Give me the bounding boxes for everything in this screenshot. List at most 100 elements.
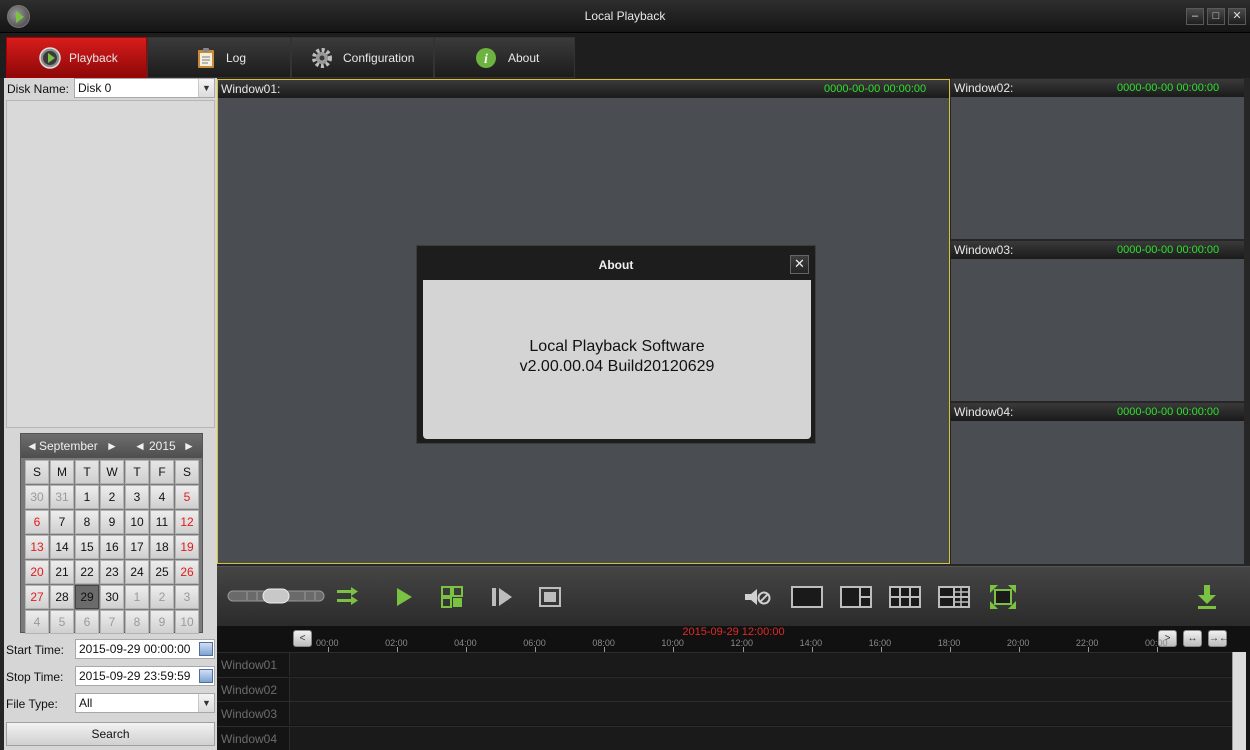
tab-log[interactable]: Log xyxy=(147,37,291,78)
download-icon[interactable] xyxy=(1196,584,1218,610)
calendar-day[interactable]: 11 xyxy=(150,510,174,534)
search-button[interactable]: Search xyxy=(6,722,215,746)
close-button[interactable]: ✕ xyxy=(1228,8,1246,25)
calendar-day[interactable]: 2 xyxy=(150,585,174,609)
tab-about[interactable]: i About xyxy=(434,37,575,78)
video-window-name: Window04: xyxy=(954,405,1014,419)
calendar-day[interactable]: 13 xyxy=(25,535,49,559)
calendar-day[interactable]: 14 xyxy=(50,535,74,559)
calendar-day[interactable]: 12 xyxy=(175,510,199,534)
tab-configuration-label: Configuration xyxy=(343,51,415,65)
start-time-field[interactable]: 2015-09-29 00:00:00 xyxy=(75,639,215,659)
calendar-day[interactable]: 4 xyxy=(25,610,49,634)
timeline-zoom-in-button[interactable]: ↔ xyxy=(1183,630,1202,647)
calendar-day[interactable]: 24 xyxy=(125,560,149,584)
calendar-day[interactable]: 6 xyxy=(25,510,49,534)
layout-3-icon[interactable] xyxy=(840,586,872,608)
calendar-day[interactable]: 28 xyxy=(50,585,74,609)
file-list[interactable] xyxy=(6,100,215,428)
calendar-picker-icon[interactable] xyxy=(199,642,213,656)
step-frame-icon[interactable] xyxy=(490,586,514,608)
tab-configuration[interactable]: Configuration xyxy=(291,37,434,78)
timeline-row-track[interactable] xyxy=(289,653,1232,676)
mute-icon[interactable] xyxy=(743,586,771,608)
calendar-day[interactable]: 30 xyxy=(100,585,124,609)
calendar-day[interactable]: 3 xyxy=(125,485,149,509)
calendar-day[interactable]: 20 xyxy=(25,560,49,584)
calendar-day[interactable]: 5 xyxy=(175,485,199,509)
calendar-day[interactable]: 4 xyxy=(150,485,174,509)
timeline-zoom-out-button[interactable]: →← xyxy=(1208,630,1229,647)
calendar-day[interactable]: 27 xyxy=(25,585,49,609)
layout-6-icon[interactable] xyxy=(889,586,921,608)
play-icon[interactable] xyxy=(394,586,414,608)
timeline-row-track[interactable] xyxy=(289,702,1232,725)
calendar-day[interactable]: 10 xyxy=(125,510,149,534)
calendar-day[interactable]: 8 xyxy=(125,610,149,634)
calendar-day[interactable]: 31 xyxy=(50,485,74,509)
minimize-button[interactable]: ‒ xyxy=(1186,8,1204,25)
calendar-day[interactable]: 29 xyxy=(75,585,99,609)
fullscreen-icon[interactable] xyxy=(990,585,1016,609)
about-dialog-title: About xyxy=(598,258,634,272)
file-type-select[interactable]: All ▼ xyxy=(75,693,215,713)
calendar-day[interactable]: 3 xyxy=(175,585,199,609)
calendar-day[interactable]: 26 xyxy=(175,560,199,584)
calendar-day[interactable]: 23 xyxy=(100,560,124,584)
stop-time-field[interactable]: 2015-09-29 23:59:59 xyxy=(75,666,215,686)
calendar-day[interactable]: 22 xyxy=(75,560,99,584)
layout-9-icon[interactable] xyxy=(938,586,970,608)
calendar-day[interactable]: 15 xyxy=(75,535,99,559)
about-close-button[interactable]: ✕ xyxy=(790,255,809,274)
video-window-2[interactable]: Window02: 0000-00-00 00:00:00 xyxy=(951,79,1244,239)
title-bar: Local Playback ‒ □ ✕ xyxy=(0,0,1250,33)
maximize-button[interactable]: □ xyxy=(1207,8,1225,25)
timeline-prev-button[interactable]: < xyxy=(293,630,312,647)
calendar-day[interactable]: 1 xyxy=(75,485,99,509)
timeline-row-track[interactable] xyxy=(289,677,1232,701)
calendar-day[interactable]: 16 xyxy=(100,535,124,559)
timeline-scale[interactable]: 2015-09-29 12:00:00 < > ↔ →← 00:00 02:00 0… xyxy=(217,626,1250,652)
sync-play-icon[interactable] xyxy=(336,585,362,607)
calendar-day[interactable]: 17 xyxy=(125,535,149,559)
prev-month-button[interactable]: ◄ xyxy=(26,439,38,453)
calendar-day[interactable]: 10 xyxy=(175,610,199,634)
video-window-header: Window02: 0000-00-00 00:00:00 xyxy=(951,79,1244,97)
calendar-weekday: T xyxy=(75,460,99,484)
disk-select[interactable]: Disk 0 ▼ xyxy=(74,78,215,98)
calendar-day[interactable]: 25 xyxy=(150,560,174,584)
calendar-day[interactable]: 18 xyxy=(150,535,174,559)
stop-icon[interactable] xyxy=(538,586,562,608)
timeline-scrollbar[interactable] xyxy=(1232,652,1246,750)
timeline-row: Window03 xyxy=(217,701,1232,725)
timeline-row: Window02 xyxy=(217,676,1232,701)
layout-1-icon[interactable] xyxy=(791,586,823,608)
tab-playback[interactable]: Playback xyxy=(6,37,147,78)
next-year-button[interactable]: ► xyxy=(183,439,195,453)
video-window-4[interactable]: Window04: 0000-00-00 00:00:00 xyxy=(951,403,1244,564)
prev-year-button[interactable]: ◄ xyxy=(134,439,146,453)
calendar-day[interactable]: 2 xyxy=(100,485,124,509)
calendar-day[interactable]: 30 xyxy=(25,485,49,509)
calendar-day[interactable]: 7 xyxy=(100,610,124,634)
calendar-picker-icon[interactable] xyxy=(199,669,213,683)
calendar-day[interactable]: 19 xyxy=(175,535,199,559)
start-time-label: Start Time: xyxy=(6,643,65,657)
app-window: Local Playback ‒ □ ✕ Playback Log Config… xyxy=(0,0,1250,750)
calendar-grid: S M T W T F S 30 31 1 2 3 4 5 6 7 8 9 10 11 12 13 14 15 16 17 18 19… xyxy=(25,460,200,635)
calendar-day[interactable]: 7 xyxy=(50,510,74,534)
calendar-day[interactable]: 9 xyxy=(100,510,124,534)
calendar-day[interactable]: 8 xyxy=(75,510,99,534)
calendar-day[interactable]: 21 xyxy=(50,560,74,584)
window-title: Local Playback xyxy=(584,9,666,23)
next-month-button[interactable]: ► xyxy=(106,439,118,453)
timeline-row-track[interactable] xyxy=(289,726,1232,750)
video-window-3[interactable]: Window03: 0000-00-00 00:00:00 xyxy=(951,241,1244,401)
calendar-day[interactable]: 5 xyxy=(50,610,74,634)
stop-time-label: Stop Time: xyxy=(6,670,64,684)
calendar-day[interactable]: 6 xyxy=(75,610,99,634)
multi-window-icon[interactable] xyxy=(440,585,464,609)
calendar-day[interactable]: 1 xyxy=(125,585,149,609)
calendar-day[interactable]: 9 xyxy=(150,610,174,634)
speed-slider[interactable] xyxy=(227,588,325,604)
